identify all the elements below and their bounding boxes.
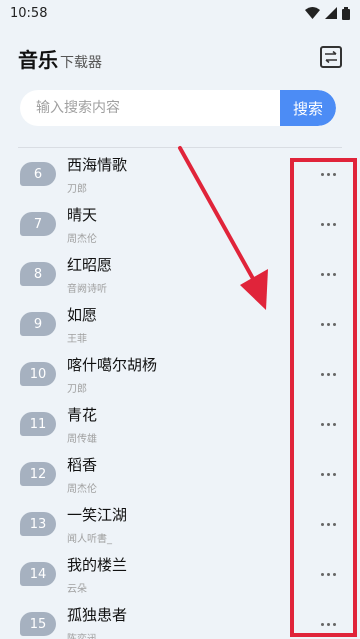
app-header: 音乐 下载器 [18, 44, 342, 72]
song-item[interactable]: 12 稻香周杰伦 [0, 450, 360, 500]
more-options-button[interactable] [310, 216, 346, 232]
more-icon [320, 422, 324, 426]
song-number-badge: 10 [20, 362, 56, 386]
more-icon [320, 322, 324, 326]
status-icons [305, 6, 350, 20]
more-icon-dot [326, 272, 330, 276]
list-divider [18, 147, 342, 148]
more-icon-dot [326, 422, 330, 426]
more-icon-dot [332, 272, 336, 276]
more-icon-dot [332, 222, 336, 226]
song-artist: 刀郎 [67, 184, 87, 195]
more-icon-dot [332, 522, 336, 526]
more-icon-dot [332, 322, 336, 326]
more-icon-dot [326, 322, 330, 326]
song-item[interactable]: 7 晴天周杰伦 [0, 200, 360, 250]
song-number-badge: 11 [20, 412, 56, 436]
song-artist: 音阙诗听 [67, 284, 107, 295]
more-options-button[interactable] [310, 416, 346, 432]
song-artist: 云朵 [67, 584, 87, 595]
more-icon [320, 272, 324, 276]
more-options-button[interactable] [310, 466, 346, 482]
song-number-badge: 14 [20, 562, 56, 586]
more-icon [320, 222, 324, 226]
wifi-icon [305, 7, 320, 19]
song-number-badge: 9 [20, 312, 56, 336]
more-options-button[interactable] [310, 616, 346, 632]
more-icon [320, 172, 324, 176]
song-title: 一笑江湖 [67, 506, 128, 524]
song-item[interactable]: 9 如愿王菲 [0, 300, 360, 350]
more-icon-dot [332, 172, 336, 176]
song-title: 西海情歌 [67, 156, 128, 174]
more-icon-dot [332, 572, 336, 576]
song-number-badge: 15 [20, 612, 56, 636]
song-title: 如愿 [67, 306, 98, 324]
song-title: 孤独患者 [67, 606, 128, 624]
song-item[interactable]: 15 孤独患者陈奕迅 [0, 600, 360, 639]
search-button[interactable]: 搜索 [280, 90, 336, 126]
more-icon-dot [326, 572, 330, 576]
song-title: 青花 [67, 406, 98, 424]
song-artist: 周杰伦 [67, 484, 97, 495]
song-item[interactable]: 10 喀什噶尔胡杨刀郎 [0, 350, 360, 400]
search-bar: 搜索 [20, 90, 336, 126]
more-icon-dot [332, 622, 336, 626]
more-options-button[interactable] [310, 266, 346, 282]
swap-button[interactable] [320, 46, 342, 68]
song-title: 喀什噶尔胡杨 [67, 356, 158, 374]
more-icon-dot [332, 422, 336, 426]
song-item[interactable]: 11 青花周传雄 [0, 400, 360, 450]
song-number-badge: 12 [20, 462, 56, 486]
song-artist: 陈奕迅 [67, 630, 97, 639]
more-options-button[interactable] [310, 366, 346, 382]
song-artist: 王菲 [67, 334, 87, 345]
song-number-badge: 8 [20, 262, 56, 286]
more-options-button[interactable] [310, 316, 346, 332]
status-bar: 10:58 [0, 0, 360, 26]
battery-icon [342, 6, 350, 20]
more-icon-dot [326, 172, 330, 176]
more-icon-dot [326, 522, 330, 526]
song-number-badge: 6 [20, 162, 56, 186]
app-subtitle: 下载器 [60, 55, 102, 71]
song-item[interactable]: 6 西海情歌刀郎 [0, 150, 360, 200]
song-item[interactable]: 13 一笑江湖闻人听書_ [0, 500, 360, 550]
more-icon [320, 372, 324, 376]
swap-icon [325, 51, 337, 63]
song-artist: 刀郎 [67, 384, 87, 395]
more-icon-dot [326, 622, 330, 626]
song-number-badge: 13 [20, 512, 56, 536]
song-artist: 周杰伦 [67, 234, 97, 245]
song-number-badge: 7 [20, 212, 56, 236]
more-icon [320, 622, 324, 626]
song-title: 红昭愿 [67, 256, 113, 274]
song-artist: 闻人听書_ [67, 534, 112, 545]
more-options-button[interactable] [310, 166, 346, 182]
status-time: 10:58 [10, 5, 48, 21]
song-item[interactable]: 14 我的楼兰云朵 [0, 550, 360, 600]
song-list: 6 西海情歌 刀郎 7 晴天 周杰伦 8 红昭愿 音阙诗听 9 如愿 王菲 10 喀什噶尔胡杨 刀郎 11 青花… [0, 150, 360, 639]
song-title: 稻香 [67, 456, 98, 474]
more-icon-dot [326, 472, 330, 476]
more-options-button[interactable] [310, 566, 346, 582]
more-icon [320, 522, 324, 526]
more-icon-dot [332, 472, 336, 476]
more-icon [320, 472, 324, 476]
song-artist: 周传雄 [67, 434, 97, 445]
app-title: 音乐 [18, 48, 58, 72]
song-title: 晴天 [67, 206, 98, 224]
more-options-button[interactable] [310, 516, 346, 532]
more-icon [320, 572, 324, 576]
more-icon-dot [326, 372, 330, 376]
song-item[interactable]: 8 红昭愿音阙诗听 [0, 250, 360, 300]
more-icon-dot [332, 372, 336, 376]
more-icon-dot [326, 222, 330, 226]
search-input[interactable] [20, 90, 280, 126]
song-title: 我的楼兰 [67, 556, 128, 574]
signal-icon [325, 7, 337, 19]
